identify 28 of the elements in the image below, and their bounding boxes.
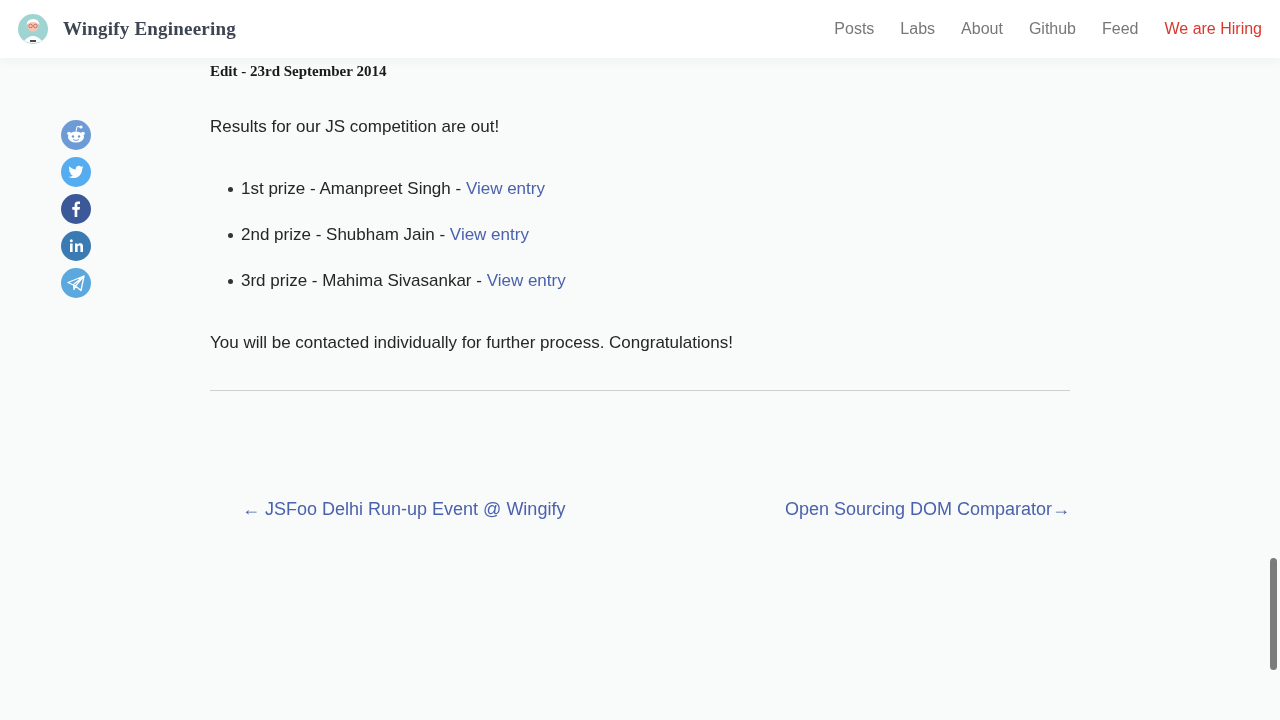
view-entry-link[interactable]: View entry xyxy=(465,179,545,198)
scrollbar-thumb[interactable] xyxy=(1270,558,1277,670)
cartoon-figure-logo[interactable] xyxy=(18,14,48,44)
letters-in-icon[interactable] xyxy=(61,231,91,261)
site-title[interactable]: Wingify Engineering xyxy=(63,18,236,40)
view-entry-link[interactable]: View entry xyxy=(449,225,529,244)
letter-f-icon[interactable] xyxy=(61,194,91,224)
nav-link[interactable]: Labs xyxy=(900,20,936,38)
alien-head-icon[interactable] xyxy=(61,120,91,150)
intro-text: Results for our JS competition are out! xyxy=(210,116,501,138)
bullet-icon xyxy=(228,232,233,238)
closing-text: You will be contacted individually for further process. Congratulations! xyxy=(210,332,734,354)
nav-link[interactable]: Posts xyxy=(834,20,875,38)
nav-link[interactable]: Github xyxy=(1028,20,1076,38)
bird-icon[interactable] xyxy=(61,157,91,187)
previous-post-link[interactable]: ← JSFoo Delhi Run-up Event @ Wingify xyxy=(242,496,566,522)
nav-link[interactable]: We are Hiring xyxy=(1164,20,1262,38)
prize-line: 3rd prize - Mahima Sivasankar - View entry xyxy=(241,270,566,292)
bullet-icon xyxy=(228,278,233,284)
bullet-icon xyxy=(228,186,233,192)
prize-line: 2nd prize - Shubham Jain - View entry xyxy=(241,224,529,246)
prize-line: 1st prize - Amanpreet Singh - View entry xyxy=(241,178,545,200)
nav-link[interactable]: Feed xyxy=(1102,20,1139,38)
view-entry-link[interactable]: View entry xyxy=(486,271,566,290)
next-post-link[interactable]: Open Sourcing DOM Comparator→ xyxy=(784,496,1070,522)
nav-link[interactable]: About xyxy=(961,20,1003,38)
paper-plane-icon[interactable] xyxy=(61,268,91,298)
edit-heading: Edit - 23rd September 2014 xyxy=(210,62,388,80)
